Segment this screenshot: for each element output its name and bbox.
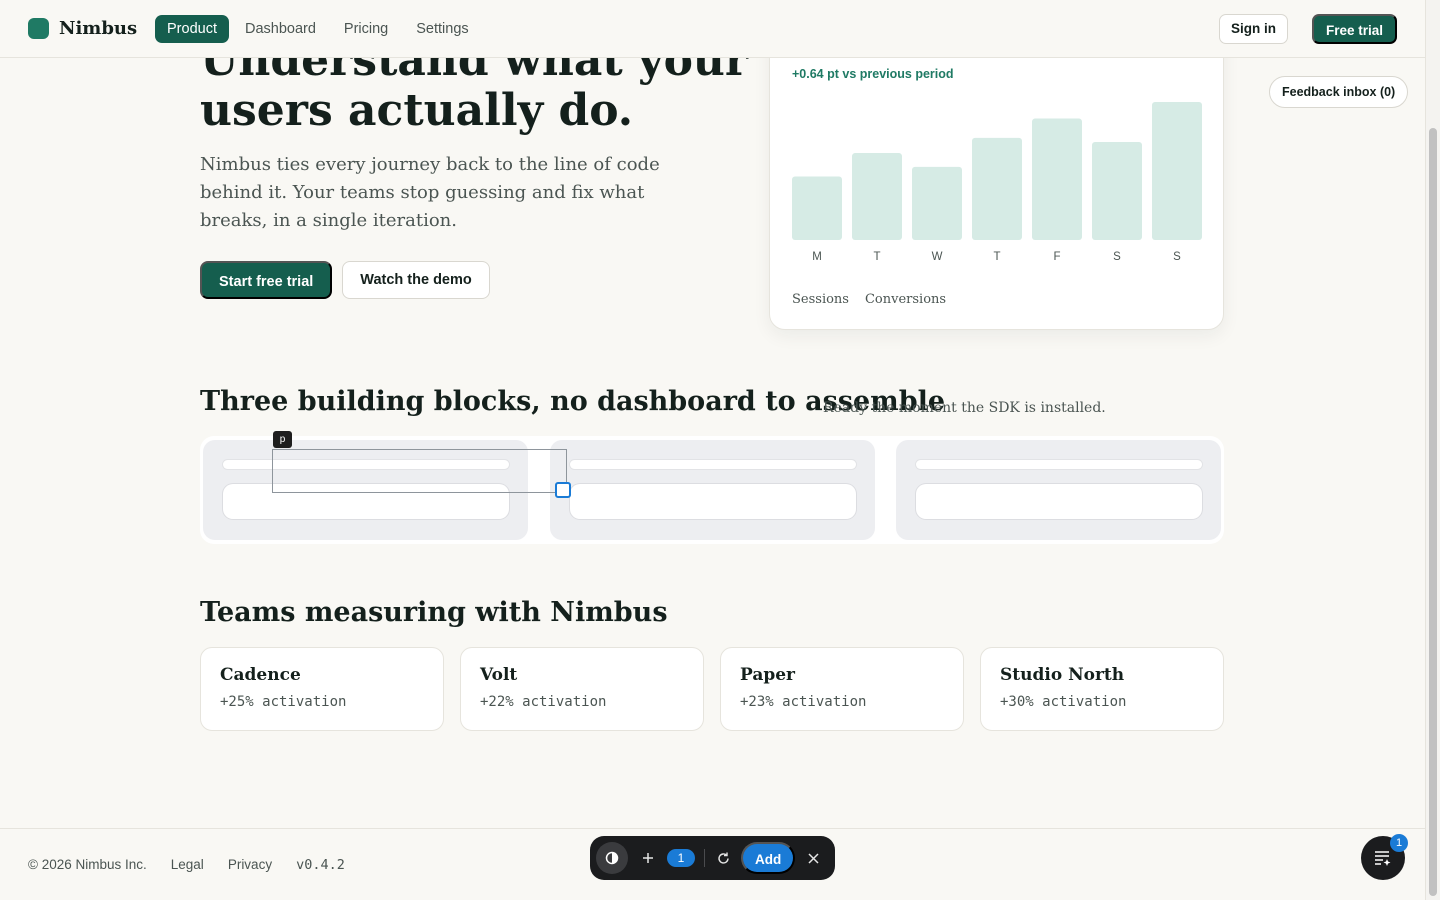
team-stat: +30% activation: [1000, 694, 1127, 710]
chart-bar-6[interactable]: [1152, 102, 1202, 240]
brand-name: Nimbus: [59, 18, 138, 39]
close-toolbar-button[interactable]: [799, 844, 827, 872]
chart-legend: Sessions Conversions: [792, 292, 946, 307]
toolbar-add-button[interactable]: Add: [741, 842, 796, 874]
brand[interactable]: Nimbus: [28, 18, 137, 39]
selection-outline: [272, 449, 567, 493]
block-input-placeholder[interactable]: [916, 484, 1202, 519]
nav-link-product[interactable]: Product: [155, 15, 229, 43]
block-input-placeholder[interactable]: [570, 484, 856, 519]
nav-link-dashboard[interactable]: Dashboard: [233, 15, 328, 43]
footer-links: © 2026 Nimbus Inc. Legal Privacy v0.4.2: [28, 857, 345, 873]
selection-resize-handle[interactable]: [555, 482, 571, 498]
chart-delta: +0.64 pt vs previous period: [792, 67, 954, 81]
footer-privacy-link[interactable]: Privacy: [228, 857, 272, 873]
scrollbar-thumb[interactable]: [1429, 128, 1437, 896]
bar-chart: MTWTFSS: [792, 102, 1202, 263]
chart-bar-3[interactable]: [972, 137, 1022, 240]
fab-notification-badge: 1: [1390, 834, 1408, 852]
team-card[interactable]: Cadence +25% activation: [200, 647, 444, 731]
block-heading-placeholder: [570, 460, 856, 469]
editor-toolbar: 1 Add: [590, 836, 835, 880]
chart-tick-label-6: S: [1173, 251, 1181, 263]
legend-conversions: Conversions: [864, 292, 947, 307]
hero-body: Nimbus ties every journey back to the li…: [200, 154, 660, 231]
nav-links: Product Dashboard Pricing Settings: [155, 15, 481, 43]
plus-icon: [643, 853, 653, 863]
add-item-button[interactable]: [634, 844, 662, 872]
selection-tag: p: [273, 431, 292, 448]
footer-legal-link[interactable]: Legal: [171, 857, 204, 873]
list-sparkle-icon: [1375, 851, 1391, 866]
block-card[interactable]: [550, 440, 875, 540]
teams-title: Teams measuring with Nimbus: [200, 597, 668, 628]
start-free-trial-button[interactable]: Start free trial: [200, 261, 333, 299]
contrast-icon: [605, 851, 619, 865]
chart-tick-label-5: S: [1113, 251, 1121, 263]
block-card[interactable]: [896, 440, 1221, 540]
chart-tick-label-1: T: [873, 251, 880, 263]
contrast-toggle-button[interactable]: [596, 842, 628, 874]
chart-bar-0[interactable]: [792, 176, 842, 240]
chart-bar-1[interactable]: [852, 153, 902, 240]
team-stat: +22% activation: [480, 694, 607, 710]
team-name: Paper: [740, 665, 796, 685]
page-scrollbar[interactable]: [1425, 0, 1440, 900]
selection-count-badge: 1: [667, 849, 695, 867]
chart-tick-label-4: F: [1053, 251, 1060, 263]
team-card[interactable]: Volt +22% activation: [460, 647, 704, 731]
team-stat: +25% activation: [220, 694, 347, 710]
blocks-subtitle: Ready the moment the SDK is installed.: [823, 400, 1106, 416]
chart-bar-2[interactable]: [912, 166, 962, 240]
free-trial-button[interactable]: Free trial: [1311, 14, 1397, 44]
chart-bar-4[interactable]: [1032, 118, 1082, 240]
footer-version: v0.4.2: [296, 857, 345, 873]
team-name: Cadence: [220, 665, 301, 685]
team-name: Volt: [480, 665, 518, 685]
team-card[interactable]: Paper +23% activation: [720, 647, 964, 731]
nav-actions: Sign in Free trial: [1218, 14, 1397, 44]
chart-tick-label-0: M: [812, 251, 822, 263]
refresh-icon: [717, 852, 729, 864]
close-icon: [808, 852, 819, 864]
team-name: Studio North: [1000, 665, 1125, 685]
chart-tick-label-2: W: [932, 251, 943, 263]
reset-button[interactable]: [709, 844, 737, 872]
hero-actions: Start free trial Watch the demo: [200, 261, 490, 299]
team-stat: +23% activation: [740, 694, 867, 710]
footer-copyright: © 2026 Nimbus Inc.: [28, 857, 147, 872]
sign-in-button[interactable]: Sign in: [1218, 14, 1288, 44]
block-heading-placeholder: [916, 460, 1202, 469]
chart-tick-label-3: T: [993, 251, 1000, 263]
top-nav: Nimbus Product Dashboard Pricing Setting…: [0, 0, 1425, 58]
brand-logo-icon: [28, 18, 49, 39]
nav-link-pricing[interactable]: Pricing: [332, 15, 400, 43]
nav-link-settings[interactable]: Settings: [404, 15, 480, 43]
toolbar-divider: [704, 849, 705, 867]
legend-sessions: Sessions: [792, 292, 849, 307]
feedback-inbox-button[interactable]: Feedback inbox (0): [1269, 76, 1409, 108]
chart-bar-5[interactable]: [1092, 142, 1142, 240]
watch-demo-button[interactable]: Watch the demo: [342, 261, 490, 299]
team-card[interactable]: Studio North +30% activation: [980, 647, 1224, 731]
teams-list: Cadence +25% activation Volt +22% activa…: [200, 647, 1224, 731]
